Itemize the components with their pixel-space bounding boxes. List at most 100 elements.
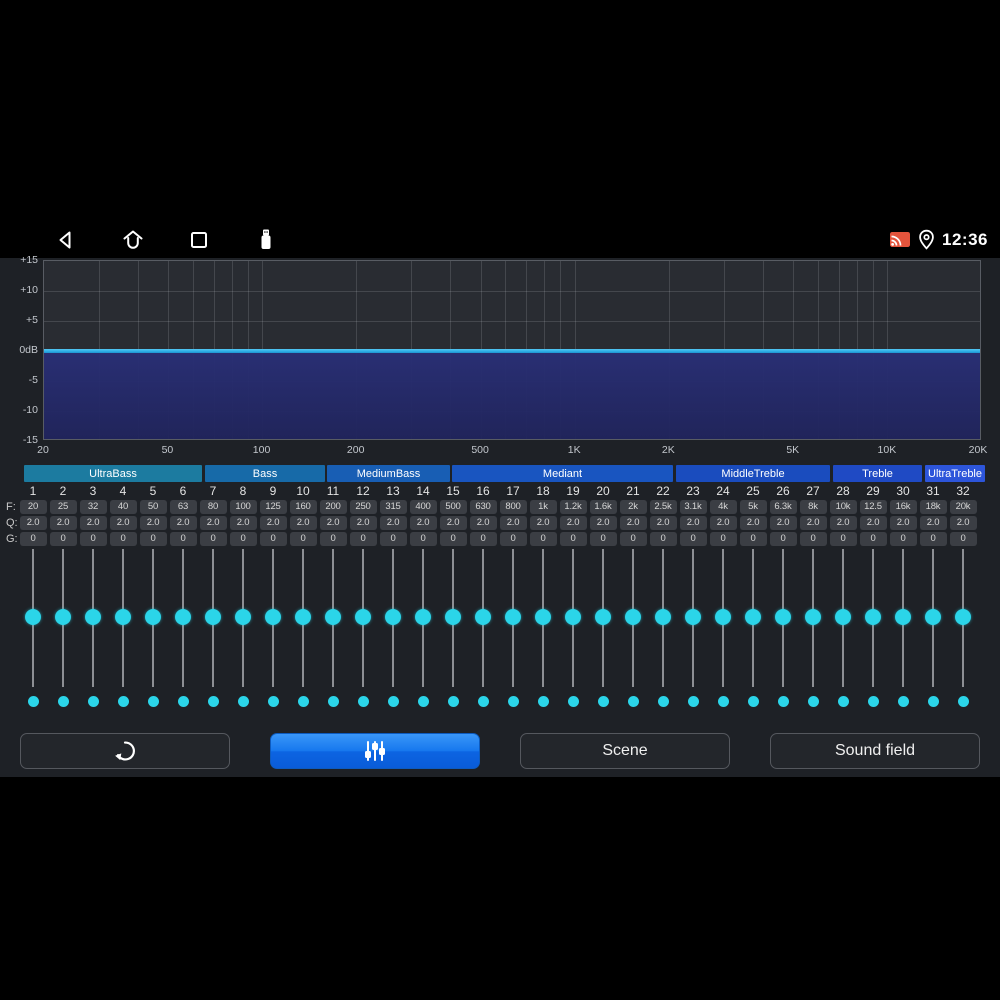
q-value: 2.0 — [949, 516, 977, 530]
slider-knob[interactable] — [955, 609, 971, 625]
band-number: 27 — [806, 484, 820, 498]
band-dot — [207, 696, 219, 707]
frequency-value: 63 — [169, 500, 197, 514]
slider-knob[interactable] — [265, 609, 281, 625]
frequency-value: 8k — [799, 500, 827, 514]
equalizer-button[interactable] — [270, 733, 480, 769]
slider-knob[interactable] — [115, 609, 131, 625]
gain-value: 0 — [919, 532, 947, 546]
frequency-value: 32 — [79, 500, 107, 514]
band-number: 32 — [956, 484, 970, 498]
q-value: 2.0 — [739, 516, 767, 530]
slider-knob[interactable] — [325, 609, 341, 625]
frequency-value: 500 — [439, 500, 467, 514]
frequency-value: 315 — [379, 500, 407, 514]
frequency-value: 20k — [949, 500, 977, 514]
slider-knob[interactable] — [85, 609, 101, 625]
slider-knob[interactable] — [445, 609, 461, 625]
slider-knob[interactable] — [355, 609, 371, 625]
slider-knob[interactable] — [505, 609, 521, 625]
slider-knob[interactable] — [895, 609, 911, 625]
gain-value: 0 — [529, 532, 557, 546]
slider-knob[interactable] — [595, 609, 611, 625]
slider-knob[interactable] — [535, 609, 551, 625]
band-dot — [327, 696, 339, 707]
band-dot — [747, 696, 759, 707]
frequency-value: 25 — [49, 500, 77, 514]
sound-field-button[interactable]: Sound field — [770, 733, 980, 769]
band-number: 1 — [29, 484, 37, 498]
gain-value: 0 — [379, 532, 407, 546]
q-value: 2.0 — [19, 516, 47, 530]
eq-band-column: 21 2k 2.0 0 — [618, 484, 648, 764]
gain-value: 0 — [799, 532, 827, 546]
slider-knob[interactable] — [475, 609, 491, 625]
slider-knob[interactable] — [295, 609, 311, 625]
eq-band-column: 14 400 2.0 0 — [408, 484, 438, 764]
gain-value: 0 — [769, 532, 797, 546]
gain-value: 0 — [439, 532, 467, 546]
slider-knob[interactable] — [235, 609, 251, 625]
reset-button[interactable] — [20, 733, 230, 769]
eq-response-graph — [43, 260, 981, 440]
slider-knob[interactable] — [415, 609, 431, 625]
q-value: 2.0 — [79, 516, 107, 530]
band-dot — [837, 696, 849, 707]
slider-knob[interactable] — [925, 609, 941, 625]
clock: 12:36 — [942, 229, 988, 249]
eq-band-column: 26 6.3k 2.0 0 — [768, 484, 798, 764]
slider-knob[interactable] — [745, 609, 761, 625]
status-bar: 12:36 — [0, 221, 1000, 258]
scene-button[interactable]: Scene — [520, 733, 730, 769]
q-value: 2.0 — [919, 516, 947, 530]
recents-icon[interactable] — [188, 229, 210, 251]
slider-knob[interactable] — [685, 609, 701, 625]
gain-value: 0 — [469, 532, 497, 546]
back-icon[interactable] — [54, 228, 78, 252]
band-dot — [537, 696, 549, 707]
band-number: 25 — [746, 484, 760, 498]
slider-knob[interactable] — [175, 609, 191, 625]
gain-value: 0 — [859, 532, 887, 546]
q-value: 2.0 — [439, 516, 467, 530]
slider-knob[interactable] — [655, 609, 671, 625]
eq-band-column: 11 200 2.0 0 — [318, 484, 348, 764]
frequency-value: 2.5k — [649, 500, 677, 514]
y-axis-label: +5 — [26, 314, 38, 326]
slider-knob[interactable] — [145, 609, 161, 625]
slider-knob[interactable] — [865, 609, 881, 625]
slider-knob[interactable] — [775, 609, 791, 625]
band-number: 30 — [896, 484, 910, 498]
band-dot — [957, 696, 969, 707]
gain-value: 0 — [949, 532, 977, 546]
band-dot — [297, 696, 309, 707]
sound-field-button-label: Sound field — [834, 742, 916, 759]
band-number: 8 — [239, 484, 247, 498]
eq-band-column: 17 800 2.0 0 — [498, 484, 528, 764]
slider-knob[interactable] — [805, 609, 821, 625]
gain-value: 0 — [709, 532, 737, 546]
gain-value: 0 — [499, 532, 527, 546]
slider-knob[interactable] — [565, 609, 581, 625]
reset-icon — [115, 741, 135, 761]
band-group-ultratreble: UltraTreble — [925, 465, 985, 482]
band-number: 28 — [836, 484, 850, 498]
slider-knob[interactable] — [25, 609, 41, 625]
gain-value: 0 — [589, 532, 617, 546]
home-icon[interactable] — [120, 228, 146, 252]
slider-knob[interactable] — [385, 609, 401, 625]
frequency-value: 3.1k — [679, 500, 707, 514]
band-number: 31 — [926, 484, 940, 498]
band-group-mediumbass: MediumBass — [327, 465, 450, 482]
frequency-value: 5k — [739, 500, 767, 514]
frequency-value: 18k — [919, 500, 947, 514]
eq-band-column: 30 16k 2.0 0 — [888, 484, 918, 764]
eq-band-column: 15 500 2.0 0 — [438, 484, 468, 764]
slider-knob[interactable] — [715, 609, 731, 625]
eq-band-column: 23 3.1k 2.0 0 — [678, 484, 708, 764]
slider-knob[interactable] — [55, 609, 71, 625]
slider-knob[interactable] — [205, 609, 221, 625]
eq-band-column: 19 1.2k 2.0 0 — [558, 484, 588, 764]
slider-knob[interactable] — [835, 609, 851, 625]
slider-knob[interactable] — [625, 609, 641, 625]
